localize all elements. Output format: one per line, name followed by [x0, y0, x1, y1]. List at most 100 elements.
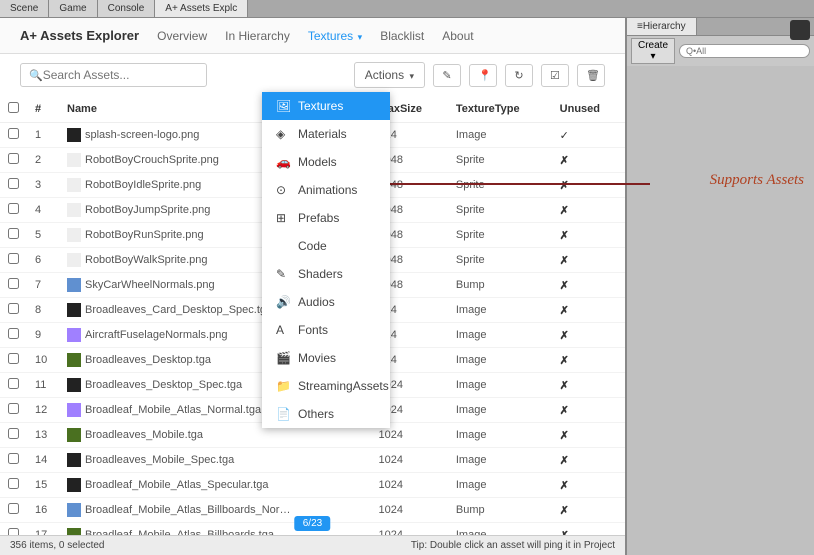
search-icon: 🔍	[29, 69, 43, 82]
search-input[interactable]	[43, 68, 198, 82]
dropdown-item-code[interactable]: Code	[262, 232, 390, 260]
row-checkbox[interactable]	[8, 178, 19, 189]
thumbnail-icon	[67, 128, 81, 142]
row-checkbox[interactable]	[8, 528, 19, 535]
hierarchy-search[interactable]	[679, 44, 810, 58]
dropdown-label: Fonts	[298, 323, 328, 337]
dropdown-item-animations[interactable]: ⊙Animations	[262, 176, 390, 204]
col-number[interactable]: #	[27, 96, 59, 123]
thumbnail-icon	[67, 378, 81, 392]
thumbnail-icon	[67, 528, 81, 535]
select-all-checkbox[interactable]	[8, 102, 19, 113]
app-title: A+ Assets Explorer	[20, 28, 139, 43]
row-checkbox[interactable]	[8, 203, 19, 214]
dropdown-label: StreamingAssets	[298, 379, 389, 393]
row-checkbox[interactable]	[8, 503, 19, 514]
row-checkbox[interactable]	[8, 353, 19, 364]
locate-button[interactable]: 📍	[469, 64, 497, 87]
row-unused: ✗	[552, 423, 625, 448]
thumbnail-icon	[67, 503, 81, 517]
nav-in-hierarchy[interactable]: In Hierarchy	[225, 29, 290, 43]
thumbnail-icon	[67, 478, 81, 492]
dropdown-item-streamingassets[interactable]: 📁StreamingAssets	[262, 372, 390, 400]
dropdown-item-movies[interactable]: 🎬Movies	[262, 344, 390, 372]
dropdown-item-models[interactable]: 🚗Models	[262, 148, 390, 176]
row-checkbox[interactable]	[8, 403, 19, 414]
row-checkbox[interactable]	[8, 478, 19, 489]
row-number: 1	[27, 123, 59, 148]
row-number: 10	[27, 348, 59, 373]
row-type: Bump	[448, 273, 552, 298]
annotation-line	[390, 183, 650, 185]
row-maxsize: 1024	[371, 473, 448, 498]
row-unused: ✗	[552, 373, 625, 398]
row-type: Image	[448, 298, 552, 323]
row-name: Broadleaves_Mobile_Spec.tga	[59, 448, 371, 473]
nav-about[interactable]: About	[442, 29, 473, 43]
thumbnail-icon	[67, 328, 81, 342]
row-checkbox[interactable]	[8, 428, 19, 439]
row-number: 16	[27, 498, 59, 523]
status-tip: Tip: Double click an asset will ping it …	[411, 540, 615, 551]
col-unused[interactable]: Unused	[552, 96, 625, 123]
row-number: 12	[27, 398, 59, 423]
row-unused: ✗	[552, 323, 625, 348]
dropdown-label: Textures	[298, 99, 343, 113]
dropdown-item-prefabs[interactable]: ⊞Prefabs	[262, 204, 390, 232]
row-checkbox[interactable]	[8, 328, 19, 339]
dropdown-item-others[interactable]: 📄Others	[262, 400, 390, 428]
row-checkbox[interactable]	[8, 453, 19, 464]
tab-game[interactable]: Game	[49, 0, 97, 17]
tab-scene[interactable]: Scene	[0, 0, 49, 17]
shaders-icon: ✎	[276, 267, 290, 281]
search-box[interactable]: 🔍	[20, 63, 207, 87]
check-button[interactable]: ☑	[541, 64, 569, 87]
pager[interactable]: 6/23	[295, 516, 330, 531]
nav-textures[interactable]: Textures ▾	[308, 29, 362, 43]
row-checkbox[interactable]	[8, 228, 19, 239]
status-count: 356 items, 0 selected	[10, 540, 105, 551]
dropdown-label: Prefabs	[298, 211, 339, 225]
edit-button[interactable]: ✎	[433, 64, 461, 87]
tab-hierarchy[interactable]: ≡ Hierarchy	[627, 18, 697, 35]
table-row[interactable]: 15 Broadleaf_Mobile_Atlas_Specular.tga 1…	[0, 473, 625, 498]
table-row[interactable]: 14 Broadleaves_Mobile_Spec.tga 1024 Imag…	[0, 448, 625, 473]
row-number: 9	[27, 323, 59, 348]
row-checkbox[interactable]	[8, 303, 19, 314]
row-number: 7	[27, 273, 59, 298]
actions-button[interactable]: Actions ▾	[354, 62, 425, 88]
row-checkbox[interactable]	[8, 278, 19, 289]
nav-blacklist[interactable]: Blacklist	[380, 29, 424, 43]
refresh-button[interactable]: ↻	[505, 64, 533, 87]
row-checkbox[interactable]	[8, 153, 19, 164]
controls-row: 🔍 Actions ▾ ✎ 📍 ↻ ☑ 🗑	[0, 54, 625, 96]
tab-console[interactable]: Console	[98, 0, 156, 17]
row-checkbox[interactable]	[8, 253, 19, 264]
row-checkbox[interactable]	[8, 378, 19, 389]
row-number: 11	[27, 373, 59, 398]
delete-button[interactable]: 🗑	[577, 64, 605, 87]
thumbnail-icon	[67, 228, 81, 242]
row-unused: ✗	[552, 498, 625, 523]
tab-assets-explorer[interactable]: A+ Assets Explc	[155, 0, 248, 17]
row-type: Sprite	[448, 148, 552, 173]
row-checkbox[interactable]	[8, 128, 19, 139]
row-type: Bump	[448, 498, 552, 523]
row-type: Sprite	[448, 198, 552, 223]
col-texturetype[interactable]: TextureType	[448, 96, 552, 123]
dropdown-item-materials[interactable]: ◈Materials	[262, 120, 390, 148]
dropdown-label: Animations	[298, 183, 357, 197]
row-number: 14	[27, 448, 59, 473]
dropdown-item-audios[interactable]: 🔊Audios	[262, 288, 390, 316]
nav-overview[interactable]: Overview	[157, 29, 207, 43]
thumbnail-icon	[67, 253, 81, 267]
row-type: Image	[448, 323, 552, 348]
dropdown-label: Audios	[298, 295, 335, 309]
dropdown-item-shaders[interactable]: ✎Shaders	[262, 260, 390, 288]
create-button[interactable]: Create ▾	[631, 38, 675, 64]
expand-icon[interactable]	[790, 20, 810, 40]
dropdown-item-textures[interactable]: 🖼Textures	[262, 92, 390, 120]
textures-dropdown: 🖼Textures◈Materials🚗Models⊙Animations⊞Pr…	[262, 92, 390, 428]
dropdown-item-fonts[interactable]: AFonts	[262, 316, 390, 344]
status-bar: 356 items, 0 selected Tip: Double click …	[0, 535, 625, 555]
